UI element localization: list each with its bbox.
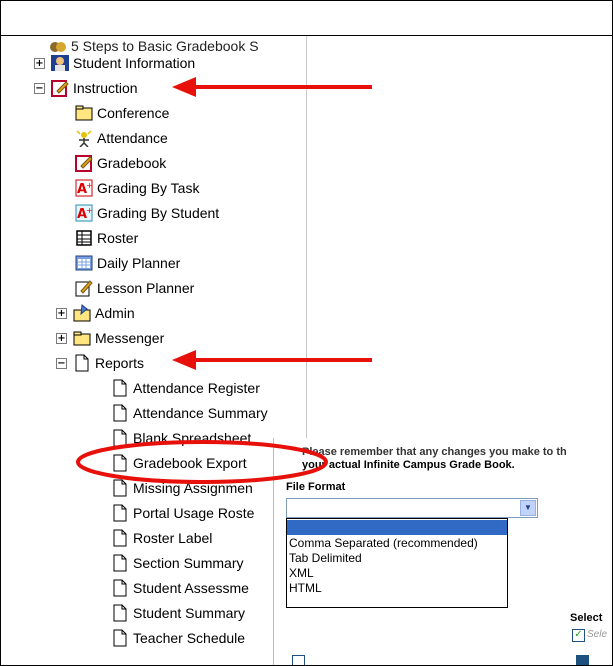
page-icon	[111, 554, 129, 572]
grading-task-icon: A +	[75, 179, 93, 197]
tree-item-label: Teacher Schedule	[133, 630, 246, 646]
tree-item-missing-assignments[interactable]: Missing Assignmen	[111, 476, 253, 500]
tree-item-label: Student Information	[73, 55, 196, 71]
conference-icon	[75, 104, 93, 122]
checkbox[interactable]	[292, 655, 305, 665]
tree-item-attendance-register[interactable]: Attendance Register	[111, 376, 260, 400]
page-icon	[111, 429, 129, 447]
tree-item-label: Gradebook	[97, 155, 167, 171]
select-checkbox[interactable]: ✓	[572, 629, 585, 642]
tree-item-label: Gradebook Export	[133, 455, 247, 471]
tree-item-student-information[interactable]: + Student Information	[34, 51, 195, 75]
admin-icon	[73, 304, 91, 322]
tree-item-label: Lesson Planner	[97, 280, 195, 296]
tree-item-label: Attendance Register	[133, 380, 260, 396]
tree-item-label: Portal Usage Roste	[133, 505, 255, 521]
page-icon	[111, 529, 129, 547]
grading-student-icon: A +	[75, 204, 93, 222]
tree-item-portal-usage-roster[interactable]: Portal Usage Roste	[111, 501, 254, 525]
tree-item-label: Admin	[95, 305, 135, 321]
tree-item-label: Attendance Summary	[133, 405, 268, 421]
tree-item-label: Messenger	[95, 330, 165, 346]
tree-item-attendance-summary[interactable]: Attendance Summary	[111, 401, 268, 425]
tree-item-label: Student Assessme	[133, 580, 249, 596]
tree-item-lesson-planner[interactable]: Lesson Planner	[75, 276, 194, 300]
svg-text:+: +	[86, 206, 93, 215]
option-comma-separated[interactable]: Comma Separated (recommended)	[287, 536, 507, 551]
page-icon	[111, 604, 129, 622]
collapse-toggle[interactable]: −	[34, 82, 45, 94]
tree-item-messenger[interactable]: + Messenger	[56, 326, 164, 350]
tree-item-label: Instruction	[73, 80, 138, 96]
expand-toggle[interactable]: +	[34, 57, 45, 69]
navigation-tree: 5 Steps to Basic Gradebook S + Student I…	[1, 36, 307, 665]
option-xml[interactable]: XML	[287, 566, 507, 581]
file-format-select[interactable]: ▼	[286, 498, 538, 518]
select-all-label: Select	[570, 612, 603, 624]
tree-item-student-assessment[interactable]: Student Assessme	[111, 576, 249, 600]
tree-item-admin[interactable]: + Admin	[56, 301, 135, 325]
page-icon	[111, 504, 129, 522]
file-format-label: File Format	[286, 481, 346, 493]
tree-item-conference[interactable]: Conference	[75, 101, 169, 125]
attendance-icon	[75, 129, 93, 148]
roster-icon	[75, 229, 93, 247]
gradebook-export-panel: Please remember that any changes you mak…	[273, 438, 612, 665]
chevron-down-icon[interactable]: ▼	[520, 500, 536, 516]
folder-icon	[73, 329, 91, 347]
page-icon	[111, 404, 129, 422]
select-checkbox-label: Sele	[587, 629, 608, 640]
file-format-dropdown-list: Comma Separated (recommended) Tab Delimi…	[286, 518, 508, 608]
tree-item-daily-planner[interactable]: Daily Planner	[75, 251, 180, 275]
tree-item-grading-by-student[interactable]: A + Grading By Student	[75, 201, 219, 225]
tree-item-gradebook[interactable]: Gradebook	[75, 151, 166, 175]
tree-item-label: Blank Spreadsheet	[133, 430, 252, 446]
option-blank[interactable]	[287, 520, 507, 535]
notice-text-line1: Please remember that any changes you mak…	[302, 446, 567, 458]
tree-item-section-summary[interactable]: Section Summary	[111, 551, 243, 575]
option-html[interactable]: HTML	[287, 581, 507, 596]
tree-item-roster[interactable]: Roster	[75, 226, 138, 250]
lesson-planner-icon	[75, 279, 93, 297]
tree-item-instruction[interactable]: − Instruction	[34, 76, 138, 100]
tree-item-teacher-schedule[interactable]: Teacher Schedule	[111, 626, 245, 650]
tree-item-attendance[interactable]: Attendance	[75, 126, 168, 150]
tree-item-label: Grading By Student	[97, 205, 220, 221]
tree-item-label: Attendance	[97, 130, 168, 146]
svg-text:+: +	[86, 181, 93, 190]
tree-item-roster-label[interactable]: Roster Label	[111, 526, 212, 550]
gradebook-icon	[75, 154, 93, 172]
tree-item-label: Conference	[97, 105, 170, 121]
page-icon	[111, 629, 129, 647]
collapse-toggle[interactable]: −	[56, 357, 67, 369]
page-icon	[111, 379, 129, 397]
tree-item-label: Grading By Task	[97, 180, 200, 196]
notice-text-line2: your actual Infinite Campus Grade Book.	[302, 459, 515, 471]
top-header-bar	[1, 1, 612, 36]
page-icon	[73, 354, 91, 372]
option-tab-delimited[interactable]: Tab Delimited	[287, 551, 507, 566]
tree-item-label: Roster Label	[133, 530, 213, 546]
tree-item-label: Student Summary	[133, 605, 246, 621]
tree-item-label: Section Summary	[133, 555, 244, 571]
screenshot-frame: 5 Steps to Basic Gradebook S + Student I…	[0, 0, 613, 666]
tree-item-reports[interactable]: − Reports	[56, 351, 144, 375]
instruction-icon	[51, 79, 69, 97]
student-info-icon	[51, 54, 69, 72]
expand-toggle[interactable]: +	[56, 332, 67, 344]
tree-item-label: Daily Planner	[97, 255, 181, 271]
tree-item-blank-spreadsheet[interactable]: Blank Spreadsheet	[111, 426, 251, 450]
tree-item-label: Roster	[97, 230, 139, 246]
tree-item-label: Missing Assignmen	[133, 480, 253, 496]
tree-item-grading-by-task[interactable]: A + Grading By Task	[75, 176, 199, 200]
tree-item-gradebook-export[interactable]: Gradebook Export	[111, 451, 247, 475]
checkbox[interactable]	[576, 655, 589, 665]
page-icon	[111, 454, 129, 472]
page-icon	[111, 579, 129, 597]
daily-planner-icon	[75, 254, 93, 272]
tree-item-student-summary[interactable]: Student Summary	[111, 601, 245, 625]
page-icon	[111, 479, 129, 497]
tree-item-label: Reports	[95, 355, 145, 371]
expand-toggle[interactable]: +	[56, 307, 67, 319]
